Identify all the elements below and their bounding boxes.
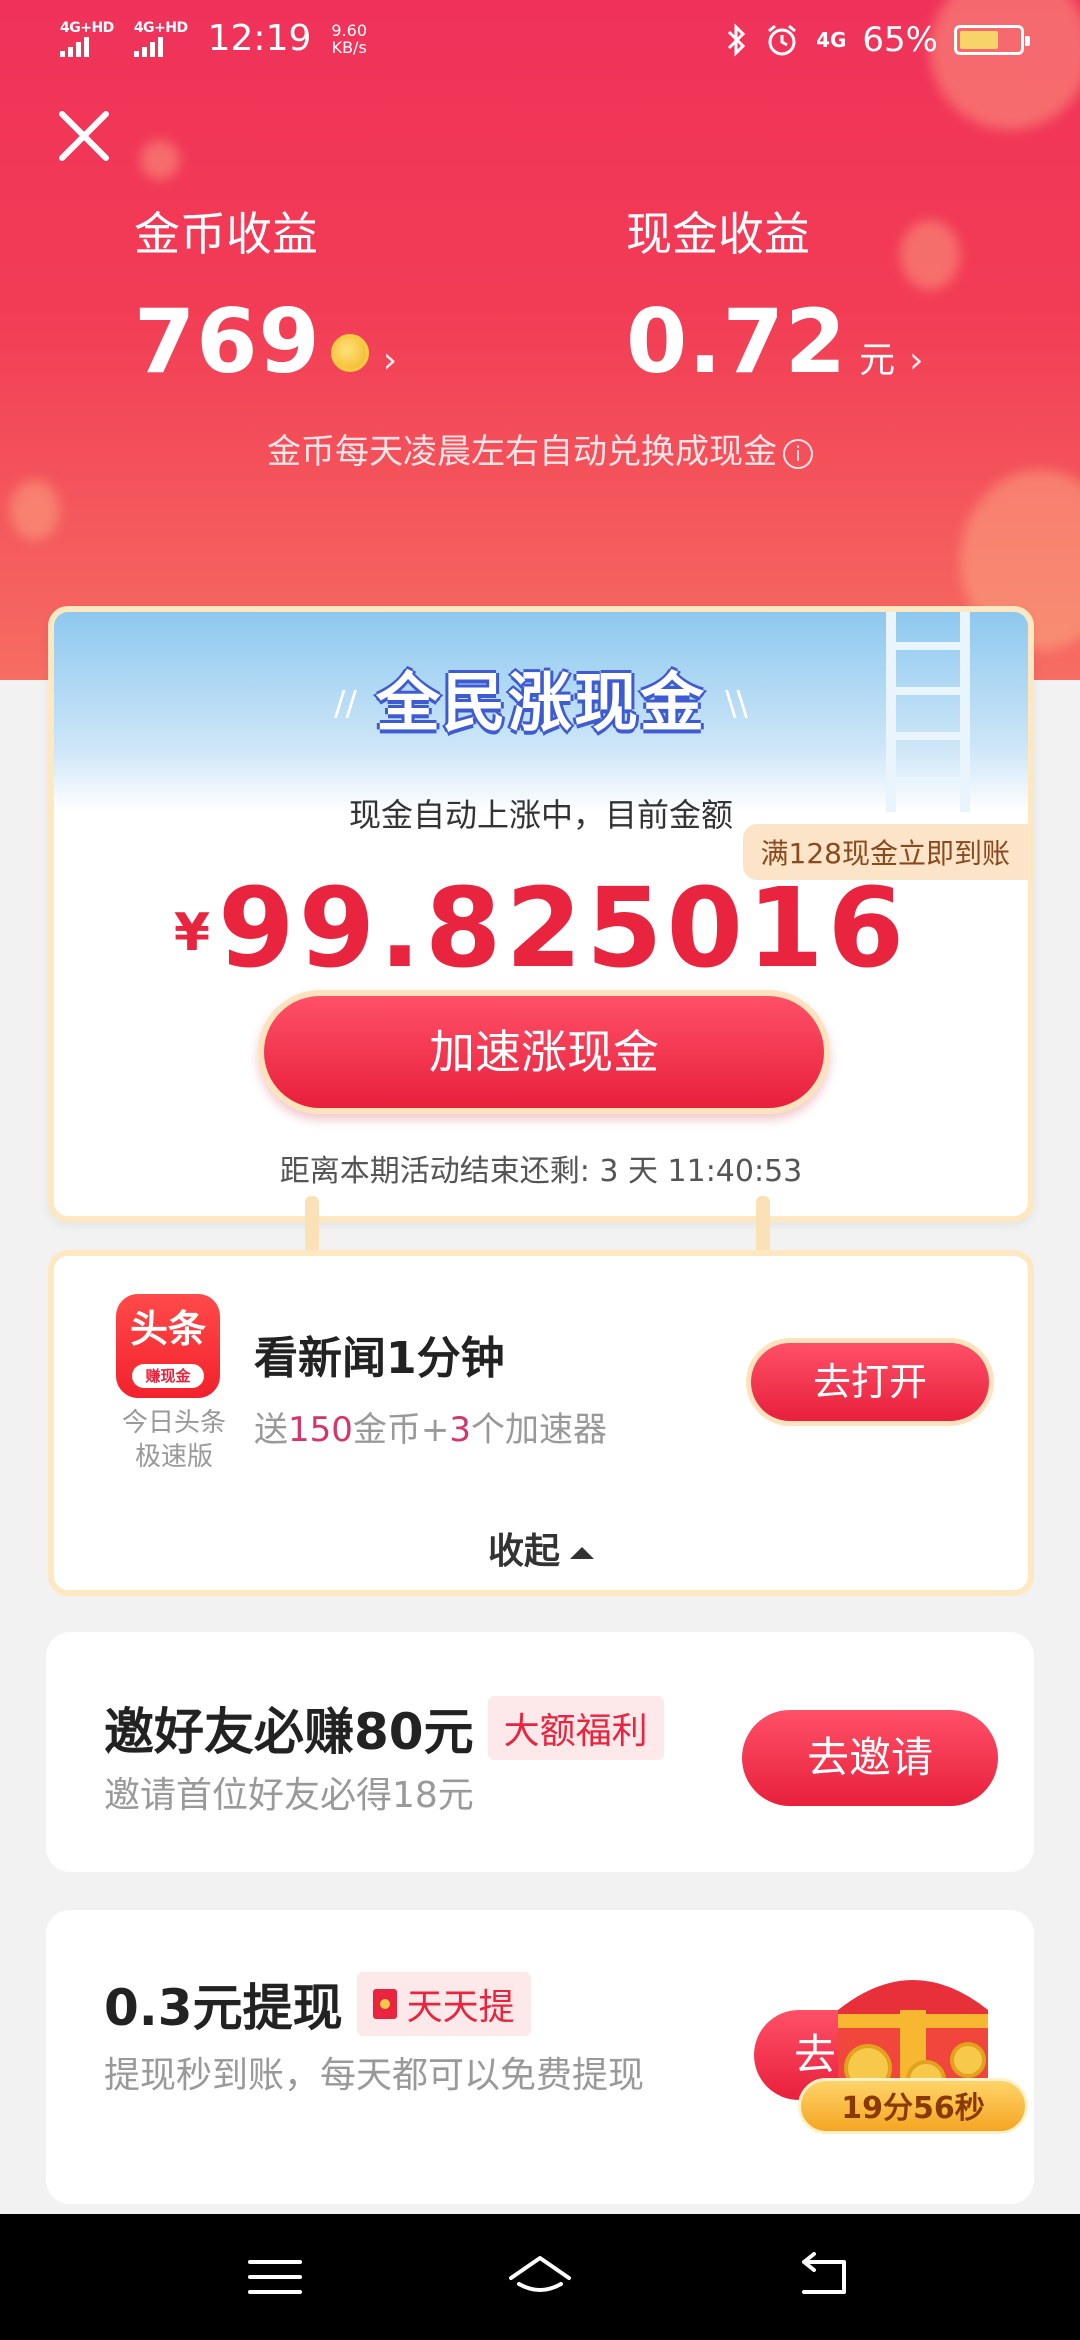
battery-fill	[960, 31, 998, 49]
app-name: 今日头条 极速版	[104, 1406, 244, 1474]
sim2-label: 4G+HD	[133, 19, 188, 36]
invite-title: 邀好友必赚80元 大额福利	[104, 1692, 664, 1764]
exchange-note-text: 金币每天凌晨左右自动兑换成现金	[267, 432, 777, 472]
reward-suffix: 个加速器	[471, 1410, 608, 1450]
invite-title-text: 邀好友必赚80元	[104, 1703, 474, 1761]
network-speed: 9.60 KB/s	[331, 22, 367, 56]
home-icon[interactable]	[505, 2250, 575, 2304]
reward-count: 3	[449, 1410, 472, 1450]
clock: 12:19	[207, 18, 312, 59]
caret-up-icon	[570, 1547, 594, 1559]
sim2-signal-icon: 4G+HD	[133, 19, 188, 57]
current-amount: ¥99.825016	[54, 864, 1028, 992]
app-icon-badge: 赚现金	[132, 1364, 204, 1388]
collapse-label: 收起	[487, 1531, 560, 1572]
sim1-signal-icon: 4G+HD	[60, 21, 114, 57]
collapse-toggle[interactable]: 收起	[54, 1522, 1028, 1574]
back-icon[interactable]	[790, 2250, 860, 2304]
amount-value: 99.825016	[218, 864, 909, 992]
daily-withdraw-tag: 天天提	[356, 1972, 531, 2036]
withdraw-title: 0.3元提现 天天提	[104, 1968, 531, 2040]
news-task-card: 头条 赚现金 今日头条 极速版 看新闻1分钟 送150金币+3个加速器 去打开 …	[48, 1250, 1034, 1596]
gold-coin-icon	[330, 334, 369, 372]
info-icon[interactable]: i	[783, 438, 813, 469]
currency-symbol: ¥	[173, 903, 211, 963]
coin-earnings-label: 金币收益	[134, 207, 318, 261]
close-icon[interactable]	[52, 104, 116, 168]
withdraw-title-text: 0.3元提现	[104, 1979, 343, 2037]
app-name-line2: 极速版	[134, 1442, 213, 1472]
system-nav-bar	[0, 2214, 1080, 2340]
red-envelope-icon	[372, 1989, 397, 2019]
coin-earnings[interactable]: 金币收益 769 ›	[134, 198, 397, 393]
chest-countdown: 19分56秒	[798, 2078, 1028, 2134]
speed-value: 9.60	[331, 20, 367, 40]
app-icon-text: 头条	[129, 1307, 206, 1351]
coin-earnings-value: 769	[134, 290, 321, 393]
activity-countdown: 距离本期活动结束还剩: 3 天 11:40:53	[279, 1154, 803, 1189]
reward-prefix: 送	[254, 1410, 288, 1450]
bokeh-decoration	[140, 140, 180, 180]
task-reward: 送150金币+3个加速器	[254, 1402, 607, 1451]
menu-icon[interactable]	[240, 2250, 310, 2304]
cash-earnings[interactable]: 现金收益 0.72 元 ›	[626, 198, 924, 393]
status-bar: 4G+HD 4G+HD 12:19 9.60 KB/s 4G 65%	[0, 0, 1080, 86]
bonus-tag: 大额福利	[487, 1696, 664, 1760]
invite-friends-card: 邀好友必赚80元 大额福利 邀请首位好友必得18元 去邀请	[46, 1632, 1034, 1872]
withdraw-card: 0.3元提现 天天提 提现秒到账，每天都可以免费提现 去 19分56秒	[46, 1910, 1034, 2204]
app-name-line1: 今日头条	[121, 1408, 226, 1438]
network-type: 4G	[816, 28, 847, 52]
task-title: 看新闻1分钟	[254, 1333, 505, 1384]
bokeh-decoration	[10, 480, 60, 540]
daily-withdraw-tag-text: 天天提	[406, 1987, 515, 2028]
open-app-button[interactable]: 去打开	[746, 1338, 994, 1426]
alarm-icon	[768, 24, 797, 56]
sim1-label: 4G+HD	[60, 19, 114, 36]
cash-rise-card: // \\ 全民涨现金 现金自动上涨中，目前金额 满128现金立即到账 ¥99.…	[48, 606, 1034, 1222]
speed-unit: KB/s	[331, 37, 367, 57]
invite-button[interactable]: 去邀请	[742, 1710, 998, 1806]
bluetooth-icon	[728, 23, 746, 57]
promo-title: 全民涨现金	[376, 667, 706, 741]
toutiao-app-icon: 头条 赚现金	[116, 1294, 220, 1398]
withdraw-subtitle: 提现秒到账，每天都可以免费提现	[104, 2055, 645, 2096]
chevron-right-icon: ›	[382, 340, 398, 381]
invite-subtitle: 邀请首位好友必得18元	[104, 1775, 474, 1816]
speed-up-button[interactable]: 加速涨现金	[258, 990, 830, 1114]
earnings-header: 4G+HD 4G+HD 12:19 9.60 KB/s 4G 65% 金币收益 …	[0, 0, 1080, 680]
reward-mid: 金币+	[352, 1410, 450, 1450]
chevron-right-icon: ›	[909, 340, 924, 381]
exchange-note: 金币每天凌晨左右自动兑换成现金 i	[0, 424, 1080, 473]
reward-coins: 150	[288, 1410, 353, 1450]
cash-earnings-value: 0.72	[626, 290, 848, 393]
battery-percent: 65%	[862, 20, 938, 60]
cash-earnings-label: 现金收益	[626, 207, 810, 261]
battery-icon	[954, 25, 1030, 55]
cash-unit: 元	[859, 340, 896, 381]
